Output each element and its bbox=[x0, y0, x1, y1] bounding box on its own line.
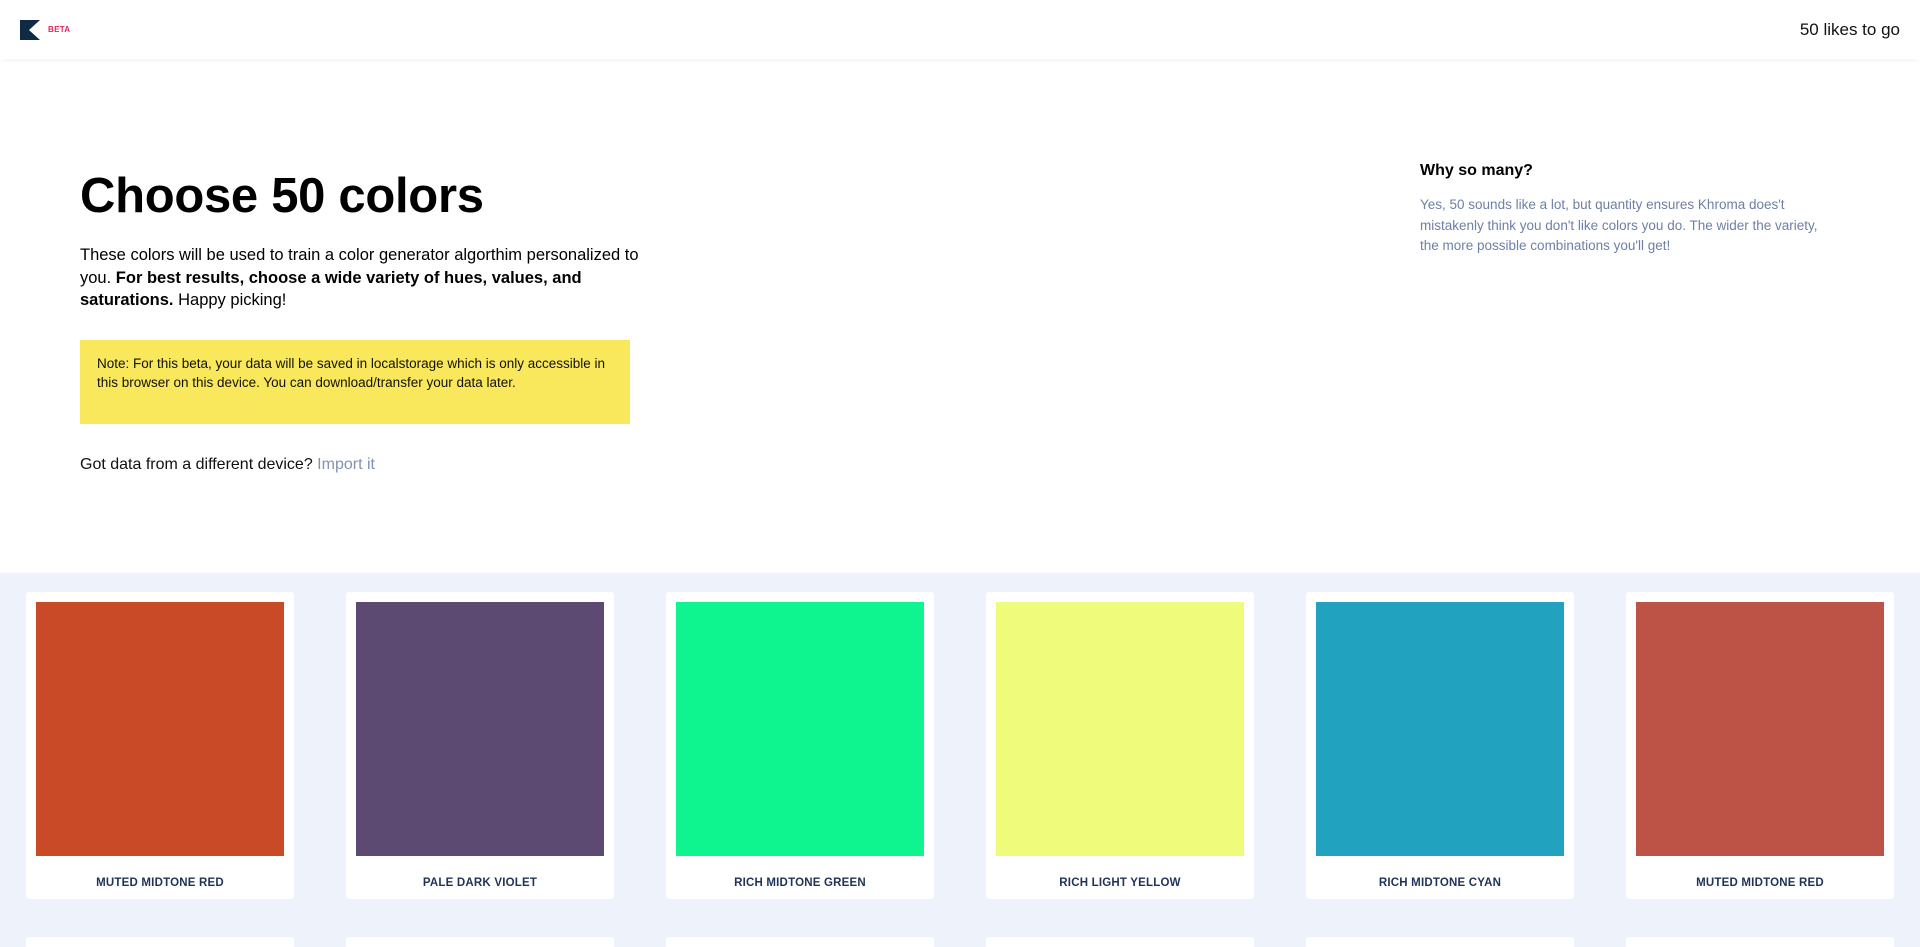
color-label: RICH MIDTONE GREEN bbox=[734, 877, 866, 889]
beta-storage-note: Note: For this beta, your data will be s… bbox=[80, 340, 630, 424]
color-label: PALE DARK VIOLET bbox=[422, 877, 538, 889]
color-swatch[interactable] bbox=[36, 602, 284, 856]
color-label: MUTED MIDTONE RED bbox=[96, 877, 224, 889]
why-heading: Why so many? bbox=[1420, 162, 1533, 179]
likes-remaining-counter: 50 likes to go bbox=[1799, 20, 1900, 39]
color-swatch[interactable] bbox=[1636, 602, 1884, 856]
color-card-next-row[interactable] bbox=[666, 937, 934, 947]
color-card[interactable]: RICH MIDTONE CYAN bbox=[1306, 592, 1574, 899]
color-card[interactable]: MUTED MIDTONE RED bbox=[1626, 592, 1894, 899]
color-card-next-row[interactable] bbox=[986, 937, 1254, 947]
color-label: MUTED MIDTONE RED bbox=[1696, 877, 1824, 889]
intro-closing: Happy picking! bbox=[173, 291, 287, 309]
intro-emphasis: For best results, choose a wide variety … bbox=[80, 268, 582, 310]
color-card[interactable]: PALE DARK VIOLET bbox=[346, 592, 614, 899]
color-swatch[interactable] bbox=[356, 602, 604, 856]
color-swatch[interactable] bbox=[1316, 602, 1564, 856]
page-title: Choose 50 colors bbox=[80, 169, 484, 223]
color-label: RICH MIDTONE CYAN bbox=[1378, 877, 1502, 889]
color-swatch[interactable] bbox=[996, 602, 1244, 856]
top-navigation: BETA 50 likes to go bbox=[0, 0, 1920, 59]
color-label: RICH LIGHT YELLOW bbox=[1059, 877, 1181, 889]
color-swatch[interactable] bbox=[676, 602, 924, 856]
intro-paragraph: These colors will be used to train a col… bbox=[80, 244, 640, 312]
import-prompt: Got data from a different device? Import… bbox=[80, 456, 375, 474]
color-card-next-row[interactable] bbox=[1306, 937, 1574, 947]
beta-badge: BETA bbox=[48, 25, 71, 34]
color-grid: MUTED MIDTONE RED PALE DARK VIOLET RICH … bbox=[0, 573, 1920, 947]
why-explanation: Yes, 50 sounds like a lot, but quantity … bbox=[1420, 197, 1818, 253]
color-card[interactable]: MUTED MIDTONE RED bbox=[26, 592, 294, 899]
import-link[interactable]: Import it bbox=[317, 456, 375, 473]
color-card-next-row[interactable] bbox=[346, 937, 614, 947]
khroma-logo-icon[interactable] bbox=[20, 20, 40, 40]
color-card[interactable]: RICH MIDTONE GREEN bbox=[666, 592, 934, 899]
import-prompt-text: Got data from a different device? bbox=[80, 456, 318, 473]
color-card[interactable]: RICH LIGHT YELLOW bbox=[986, 592, 1254, 899]
color-card-next-row[interactable] bbox=[26, 937, 294, 947]
color-card-next-row[interactable] bbox=[1626, 937, 1894, 947]
